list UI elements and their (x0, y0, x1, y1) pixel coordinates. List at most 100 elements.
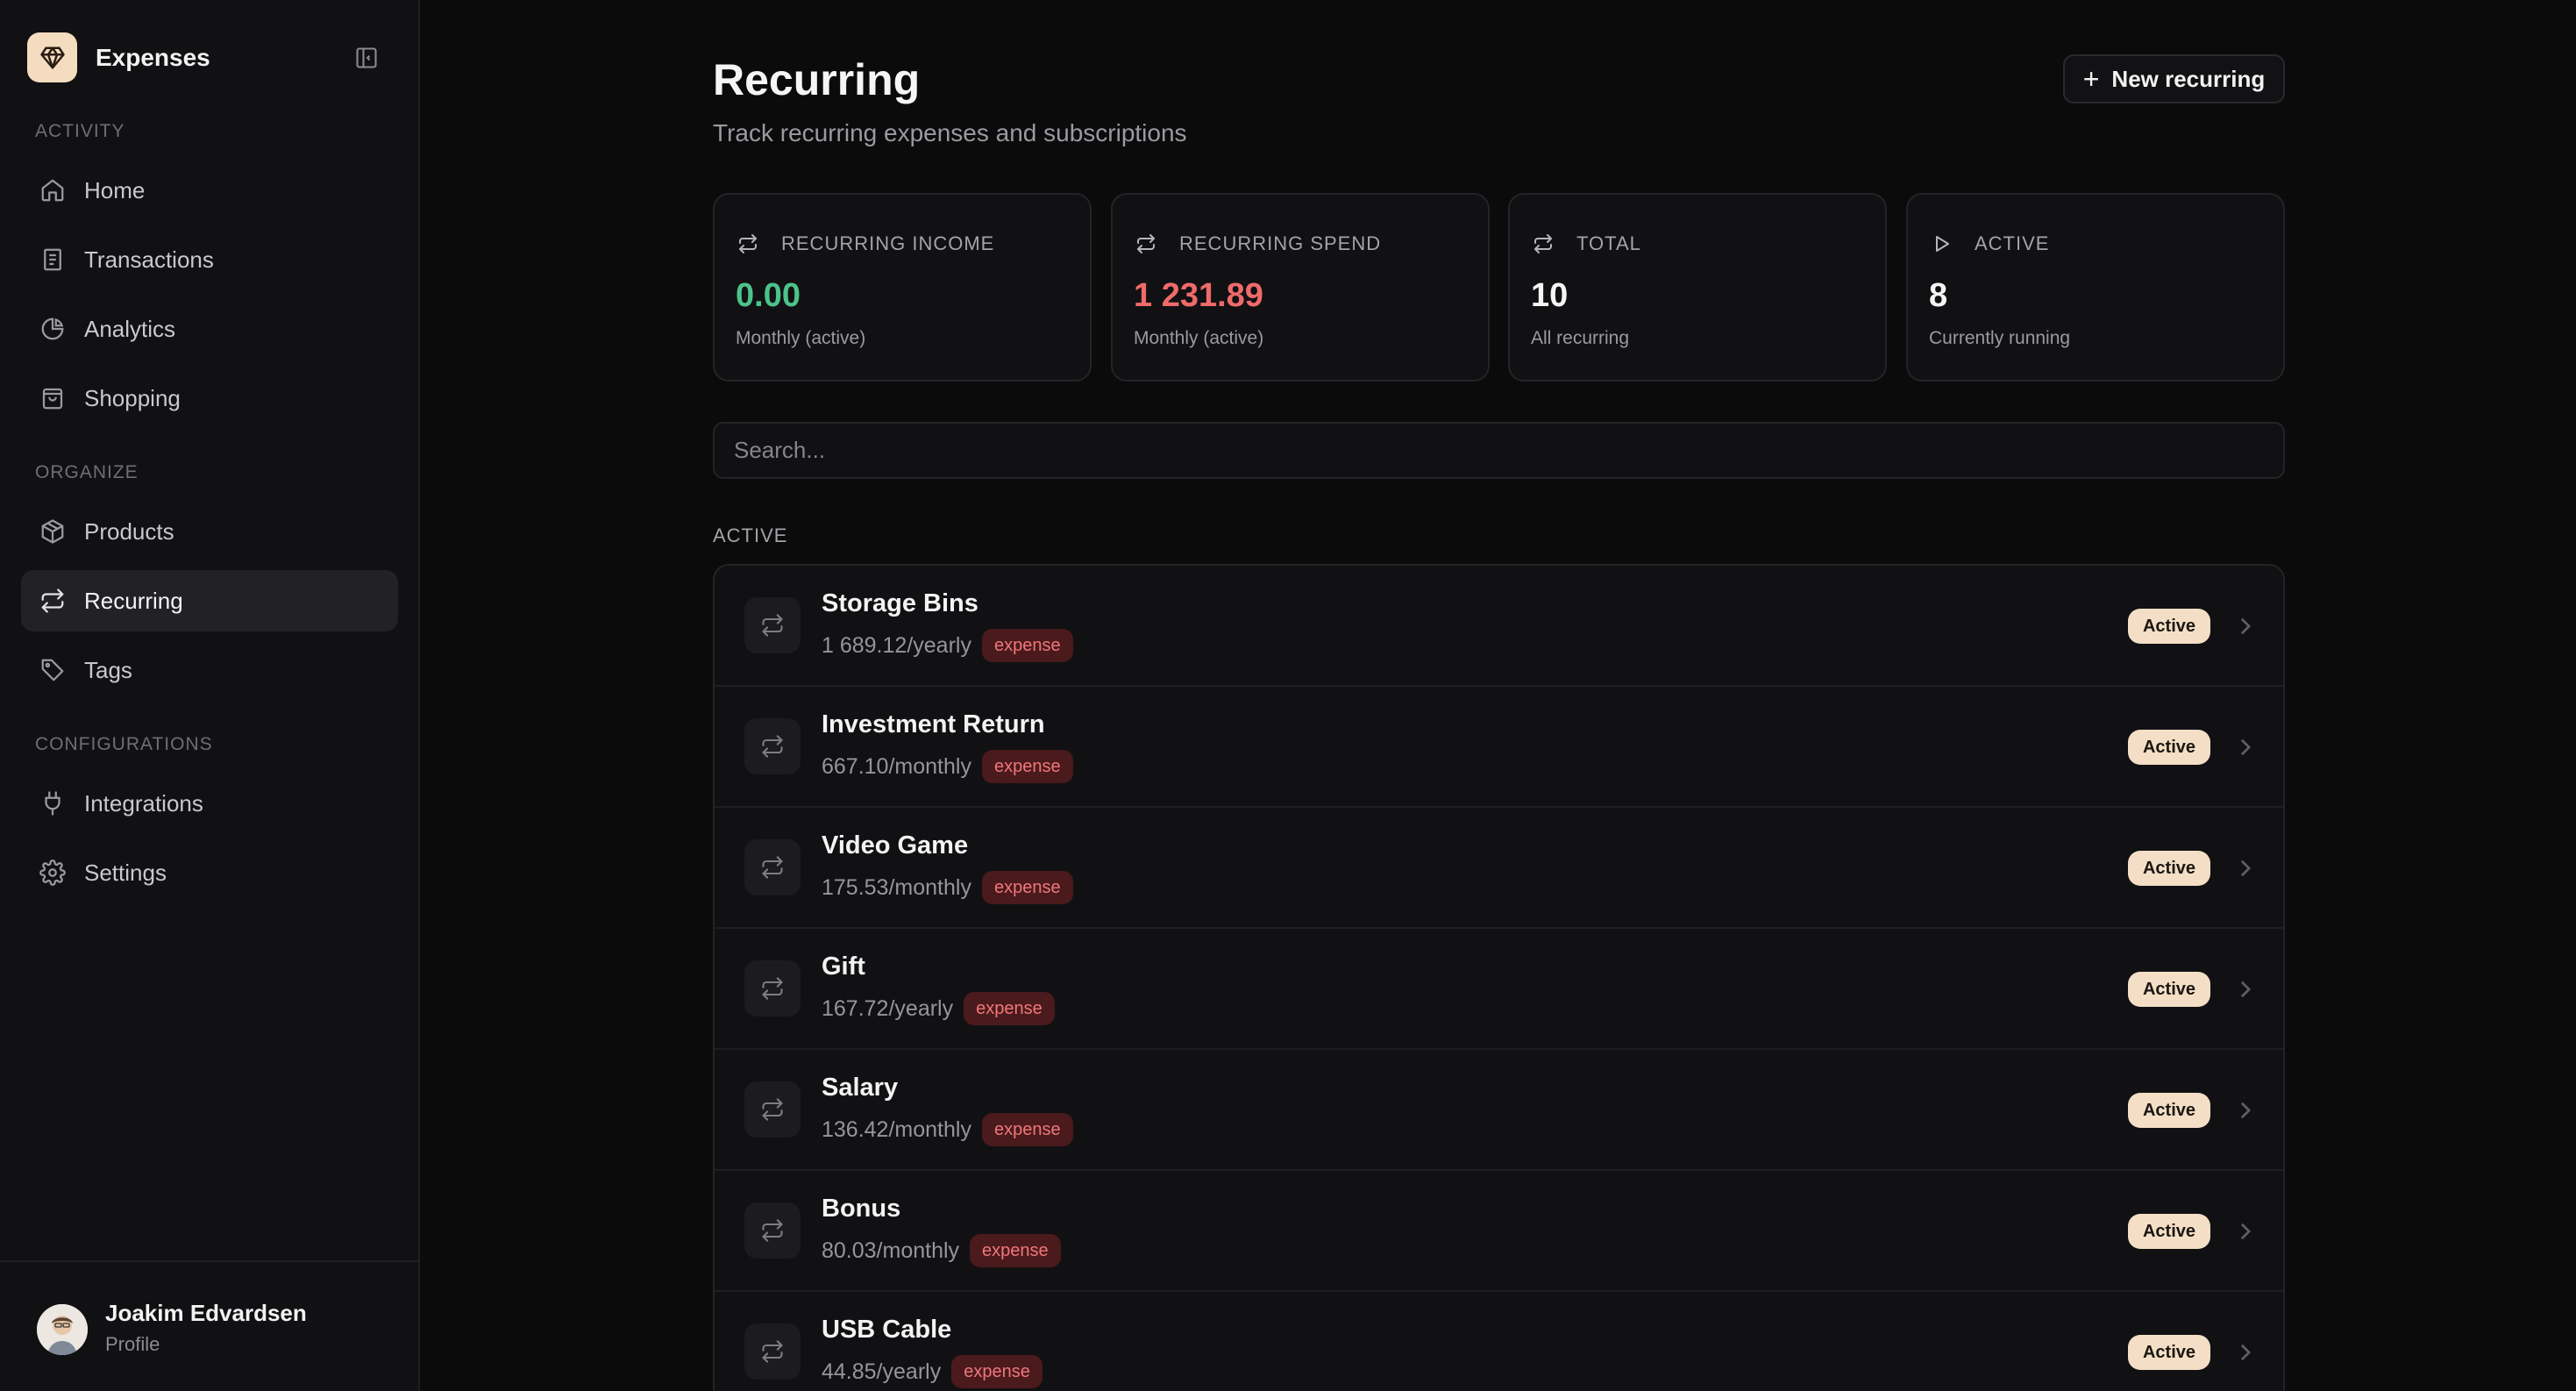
tag-icon (39, 656, 67, 684)
sidebar-item-tags[interactable]: Tags (21, 639, 398, 701)
stat-label: ACTIVE (1975, 232, 2050, 254)
item-name: Storage Bins (822, 589, 978, 617)
diamond-logo-icon (27, 32, 77, 82)
repeat-icon (744, 1081, 801, 1138)
stat-subtext: All recurring (1531, 328, 1630, 348)
repeat-icon (1531, 232, 1555, 256)
sidebar-item-label: Transactions (84, 246, 214, 273)
list-section-label: ACTIVE (713, 524, 788, 546)
status-badge: Active (2128, 730, 2210, 765)
repeat-icon (744, 718, 801, 774)
avatar[interactable] (37, 1304, 88, 1355)
stat-card-recurring-income: RECURRING INCOME 0.00 Monthly (active) (713, 193, 1092, 382)
package-icon (39, 517, 67, 546)
sidebar-item-label: Integrations (84, 789, 203, 817)
sidebar-item-integrations[interactable]: Integrations (21, 773, 398, 834)
sidebar-item-analytics[interactable]: Analytics (21, 298, 398, 360)
item-name: Investment Return (822, 710, 1045, 738)
stat-subtext: Currently running (1929, 328, 2071, 348)
page-title: Recurring (713, 55, 921, 104)
user-profile-link[interactable]: Profile (105, 1333, 160, 1356)
sidebar-item-label: Settings (84, 859, 167, 886)
stat-value: 0.00 (736, 277, 801, 314)
item-name: Bonus (822, 1195, 901, 1223)
pie-chart-icon (39, 315, 67, 343)
receipt-icon (39, 246, 67, 274)
chevron-right-icon (2237, 1218, 2254, 1245)
page-subtitle: Track recurring expenses and subscriptio… (713, 119, 1187, 146)
sidebar-item-label: Home (84, 176, 146, 203)
gear-icon (39, 859, 67, 887)
status-badge: Active (2128, 609, 2210, 644)
stat-value: 10 (1531, 277, 1569, 314)
item-amount: 80.03/monthly (822, 1238, 960, 1263)
expense-tag: expense (951, 1355, 1042, 1388)
repeat-icon (744, 839, 801, 895)
app-name: Expenses (96, 43, 210, 71)
expense-tag: expense (981, 629, 1073, 662)
sidebar-item-settings[interactable]: Settings (21, 842, 398, 903)
list-item[interactable]: Investment Return 667.10/monthly expense … (715, 687, 2283, 808)
repeat-icon (744, 597, 801, 653)
item-amount: 1 689.12/yearly (822, 632, 971, 658)
list-item[interactable]: Bonus 80.03/monthly expense Active (715, 1171, 2283, 1292)
user-name[interactable]: Joakim Edvardsen (105, 1300, 307, 1327)
item-amount: 44.85/yearly (822, 1359, 942, 1384)
chevron-right-icon (2237, 1339, 2254, 1366)
chevron-right-icon (2237, 1097, 2254, 1124)
stat-card-active: ACTIVE 8 Currently running (1906, 193, 2285, 382)
stat-label: TOTAL (1576, 232, 1641, 254)
repeat-icon (1134, 232, 1158, 256)
repeat-icon (744, 1202, 801, 1259)
list-item[interactable]: USB Cable 44.85/yearly expense Active (715, 1292, 2283, 1391)
sidebar-item-label: Tags (84, 656, 132, 683)
nav-section-activity: ACTIVITY (35, 121, 125, 141)
sidebar-item-label: Shopping (84, 384, 181, 411)
expense-tag: expense (981, 871, 1073, 904)
sidebar-toggle-icon[interactable] (351, 44, 382, 72)
plug-icon (39, 789, 67, 817)
sidebar-item-home[interactable]: Home (21, 160, 398, 221)
expense-tag: expense (981, 750, 1073, 783)
item-amount: 175.53/monthly (822, 874, 971, 900)
list-item[interactable]: Gift 167.72/yearly expense Active (715, 929, 2283, 1050)
sidebar-item-label: Recurring (84, 587, 183, 614)
sidebar-item-recurring[interactable]: Recurring (21, 570, 398, 631)
nav-section-configurations: CONFIGURATIONS (35, 734, 213, 754)
chevron-right-icon (2237, 976, 2254, 1002)
stat-value: 8 (1929, 277, 1948, 314)
repeat-icon (744, 960, 801, 1016)
status-badge: Active (2128, 1093, 2210, 1128)
repeat-icon (736, 232, 760, 256)
search-input[interactable] (713, 422, 2285, 479)
list-item[interactable]: Salary 136.42/monthly expense Active (715, 1050, 2283, 1171)
stat-label: RECURRING INCOME (781, 232, 995, 254)
recurring-list: Storage Bins 1 689.12/yearly expense Acti… (713, 564, 2285, 1391)
stat-subtext: Monthly (active) (736, 328, 866, 348)
new-recurring-label: New recurring (2111, 65, 2266, 92)
nav-section-organize: ORGANIZE (35, 462, 139, 482)
sidebar-item-transactions[interactable]: Transactions (21, 229, 398, 290)
sidebar-item-products[interactable]: Products (21, 501, 398, 562)
play-icon (1929, 232, 1953, 256)
brand[interactable]: Expenses (27, 32, 210, 82)
stat-value: 1 231.89 (1134, 277, 1263, 314)
plus-icon: + (2082, 63, 2100, 95)
new-recurring-button[interactable]: + New recurring (2063, 54, 2285, 103)
item-name: Video Game (822, 831, 969, 860)
item-amount: 167.72/yearly (822, 995, 954, 1021)
expense-tag: expense (964, 992, 1055, 1025)
item-amount: 667.10/monthly (822, 753, 971, 779)
sidebar-item-label: Analytics (84, 315, 176, 342)
list-item[interactable]: Storage Bins 1 689.12/yearly expense Acti… (715, 566, 2283, 687)
sidebar-item-shopping[interactable]: Shopping (21, 367, 398, 429)
list-item[interactable]: Video Game 175.53/monthly expense Active (715, 808, 2283, 929)
home-icon (39, 176, 67, 204)
item-amount: 136.42/monthly (822, 1116, 971, 1142)
sidebar-item-label: Products (84, 517, 174, 545)
repeat-icon (744, 1323, 801, 1380)
stat-label: RECURRING SPEND (1179, 232, 1382, 254)
status-badge: Active (2128, 851, 2210, 886)
expense-tag: expense (970, 1234, 1061, 1267)
stat-card-total: TOTAL 10 All recurring (1508, 193, 1887, 382)
